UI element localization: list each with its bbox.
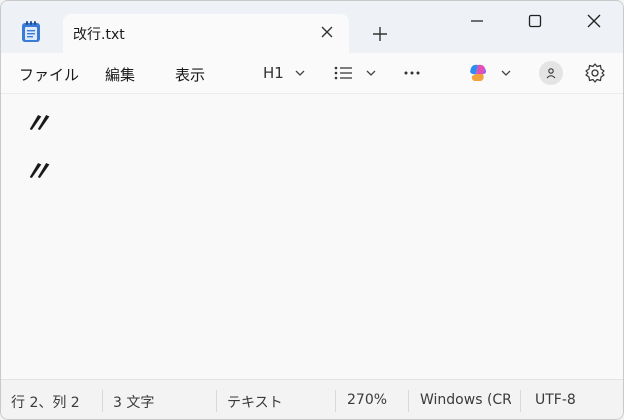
close-window-icon[interactable]	[582, 9, 606, 33]
menu-file[interactable]: ファイル	[19, 64, 79, 85]
new-tab-plus-icon[interactable]	[371, 25, 389, 43]
editor-line-2: 〃	[23, 155, 52, 188]
notepad-window: 改行.txt ファイル 編集 表示 H1 〃 〃 行 2、列 2 3 文字 テキ…	[0, 0, 624, 420]
user-icon	[546, 68, 556, 79]
list-dropdown[interactable]	[334, 61, 378, 85]
tab-current-file[interactable]: 改行.txt	[63, 14, 349, 53]
title-bar: 改行.txt	[1, 1, 623, 53]
heading-label: H1	[263, 64, 284, 82]
account-avatar[interactable]	[539, 61, 563, 85]
menu-bar: ファイル 編集 表示 H1	[1, 53, 623, 93]
character-count: 3 文字	[113, 395, 155, 411]
status-divider	[216, 390, 217, 412]
notepad-app-icon	[22, 21, 40, 42]
list-icon	[334, 66, 352, 80]
cursor-position: 行 2、列 2	[11, 395, 80, 411]
maximize-icon[interactable]	[523, 9, 547, 33]
status-divider	[335, 390, 336, 412]
tab-title: 改行.txt	[73, 27, 125, 43]
chevron-down-icon	[501, 70, 511, 76]
status-bar: 行 2、列 2 3 文字 テキスト 270% Windows (CRLF) UT…	[1, 379, 623, 419]
text-format[interactable]: テキスト	[227, 392, 283, 412]
status-divider	[102, 390, 103, 412]
more-options-icon[interactable]	[403, 61, 421, 85]
close-tab-icon[interactable]	[317, 22, 337, 42]
settings-gear-icon[interactable]	[584, 61, 606, 85]
minimize-icon[interactable]	[465, 9, 489, 33]
zoom-level[interactable]: 270%	[347, 392, 387, 408]
encoding[interactable]: UTF-8	[535, 392, 576, 408]
menu-edit[interactable]: 編集	[105, 64, 135, 85]
line-ending[interactable]: Windows (CRLF)	[420, 392, 511, 408]
menu-view[interactable]: 表示	[175, 64, 205, 85]
editor-line-1: 〃	[23, 107, 52, 140]
copilot-dropdown[interactable]	[467, 61, 513, 85]
status-divider	[520, 390, 521, 412]
text-editor[interactable]: 〃 〃	[1, 93, 623, 380]
chevron-down-icon	[295, 70, 305, 76]
status-divider	[408, 390, 409, 412]
copilot-icon	[470, 64, 486, 81]
chevron-down-icon	[366, 70, 376, 76]
heading-dropdown[interactable]: H1	[263, 61, 307, 85]
